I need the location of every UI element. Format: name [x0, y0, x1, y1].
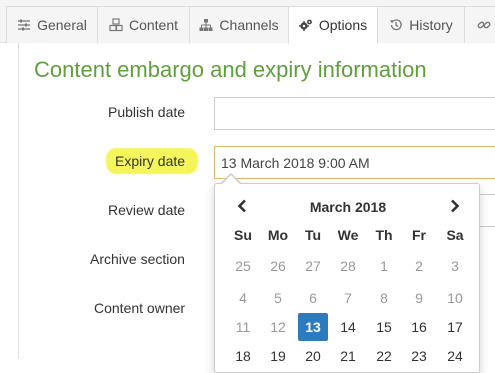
publish-date-label: Publish date	[108, 104, 186, 120]
next-month-button[interactable]	[443, 197, 467, 219]
calendar-day[interactable]: 28	[333, 252, 363, 280]
calendar-day[interactable]: 22	[369, 342, 399, 370]
calendar-day[interactable]: 15	[369, 313, 399, 341]
tab-options[interactable]: Options	[288, 6, 378, 44]
sliders-icon	[17, 18, 31, 32]
archive-section-label: Archive section	[90, 251, 185, 267]
tab-channels[interactable]: Channels	[189, 6, 289, 43]
tab-more[interactable]	[464, 6, 495, 43]
tab-bar: General Content Channels Options History	[0, 0, 495, 44]
weekday-header: Sa	[446, 227, 464, 243]
weekday-header: Su	[234, 227, 252, 243]
calendar-day[interactable]: 26	[263, 252, 293, 280]
tab-label: History	[409, 17, 453, 33]
calendar-day[interactable]: 10	[440, 284, 470, 312]
tab-history[interactable]: History	[377, 6, 465, 43]
calendar-day[interactable]: 17	[440, 313, 470, 341]
calendar-day[interactable]: 16	[404, 313, 434, 341]
weekday-header: Fr	[412, 227, 426, 243]
calendar-day[interactable]: 14	[333, 313, 363, 341]
calendar-day[interactable]: 12	[263, 313, 293, 341]
calendar-pointer-fill	[222, 175, 240, 184]
expiry-date-label: Expiry date	[115, 153, 186, 169]
calendar-day[interactable]: 7	[333, 284, 363, 312]
tab-label: General	[37, 17, 87, 33]
calendar-day[interactable]: 6	[298, 284, 328, 312]
calendar-day[interactable]: 4	[228, 284, 258, 312]
tab-label: Options	[318, 17, 368, 33]
weekday-header: Mo	[267, 227, 289, 243]
calendar-day[interactable]: 20	[298, 342, 328, 370]
calendar-day[interactable]: 5	[263, 284, 293, 312]
calendar-day[interactable]: 11	[228, 313, 258, 341]
cubes-icon	[109, 18, 123, 32]
calendar-day-selected[interactable]: 13	[298, 313, 328, 341]
calendar-day[interactable]: 21	[333, 342, 363, 370]
calendar-day[interactable]: 18	[228, 342, 258, 370]
weekday-header: Th	[375, 227, 393, 243]
chevron-left-icon	[237, 199, 247, 218]
calendar-day[interactable]: 8	[369, 284, 399, 312]
calendar-day[interactable]: 3	[440, 252, 470, 280]
tab-general[interactable]: General	[6, 6, 98, 43]
chevron-right-icon	[450, 199, 460, 218]
calendar-day[interactable]: 24	[440, 342, 470, 370]
expiry-date-input[interactable]: 13 March 2018 9:00 AM	[214, 146, 495, 179]
content-owner-label: Content owner	[94, 300, 186, 316]
calendar-day[interactable]: 19	[263, 342, 293, 370]
calendar-day[interactable]: 23	[404, 342, 434, 370]
cogs-icon	[299, 18, 313, 32]
calendar-day[interactable]: 2	[404, 252, 434, 280]
calendar-day[interactable]: 27	[298, 252, 328, 280]
calendar-month-title[interactable]: March 2018	[275, 199, 421, 215]
tab-label: Content	[128, 17, 179, 33]
weekday-header: We	[337, 227, 359, 243]
calendar-day[interactable]: 25	[228, 252, 258, 280]
sitemap-icon	[199, 18, 213, 32]
section-heading: Content embargo and expiry information	[34, 57, 427, 82]
prev-month-button[interactable]	[230, 197, 254, 219]
calendar-day[interactable]: 1	[369, 252, 399, 280]
review-date-label: Review date	[108, 202, 186, 218]
history-icon	[389, 18, 403, 32]
link-icon	[477, 18, 491, 32]
tab-content[interactable]: Content	[97, 6, 190, 43]
tab-label: Channels	[219, 17, 279, 33]
date-picker: March 2018 Su Mo Tu We Th Fr Sa 25 26 27 28 1 2 3 4 5 6 7…	[214, 183, 480, 373]
weekday-header: Tu	[304, 227, 322, 243]
publish-date-input[interactable]	[214, 97, 495, 130]
calendar-day[interactable]: 9	[404, 284, 434, 312]
